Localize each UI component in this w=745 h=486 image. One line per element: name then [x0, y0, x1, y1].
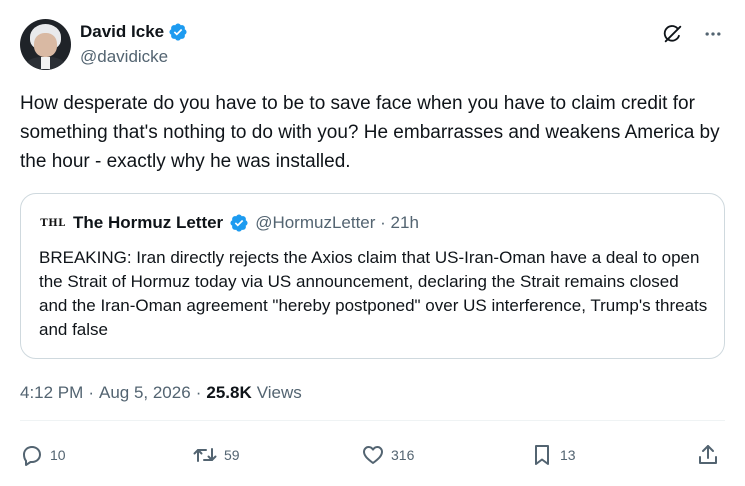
bookmark-count: 13	[560, 447, 576, 463]
views-label: Views	[256, 383, 302, 402]
quoted-tweet-text: BREAKING: Iran directly rejects the Axio…	[39, 248, 708, 339]
share-button[interactable]	[696, 443, 720, 467]
avatar-collar	[41, 57, 50, 69]
reply-count: 10	[50, 447, 66, 463]
repost-count: 59	[224, 447, 240, 463]
bookmark-icon	[535, 445, 549, 465]
more-icon[interactable]	[701, 22, 725, 46]
tweet-top-actions	[661, 22, 725, 46]
tweet-actions: 10 59 316 13	[20, 443, 725, 469]
author-avatar[interactable]	[20, 19, 71, 70]
quoted-tweet-header: THL The Hormuz Letter @HormuzLetter · 21…	[39, 213, 419, 233]
tweet-date[interactable]: Aug 5, 2026	[99, 383, 191, 403]
meta-separator: ·	[88, 383, 94, 402]
repost-button[interactable]: 59	[192, 443, 240, 467]
divider	[20, 420, 725, 421]
like-count: 316	[391, 447, 415, 463]
quoted-tweet[interactable]: THL The Hormuz Letter @HormuzLetter · 21…	[20, 193, 725, 359]
avatar-face	[34, 33, 57, 57]
grok-icon[interactable]	[661, 22, 685, 46]
quoted-author-meta: @HormuzLetter · 21h	[255, 213, 419, 232]
quoted-author-logo[interactable]: THL	[39, 218, 67, 229]
reply-icon	[23, 446, 41, 466]
share-icon	[699, 445, 717, 464]
tweet-text: How desperate do you have to be to save …	[20, 93, 720, 172]
repost-icon	[193, 448, 217, 462]
meta-separator: ·	[195, 383, 202, 402]
tweet-time[interactable]: 4:12 PM	[20, 383, 83, 403]
tweet-meta: 4:12 PM · Aug 5, 2026 · 25.8K Views	[20, 383, 302, 403]
bookmark-button[interactable]: 13	[530, 443, 576, 467]
heart-icon	[363, 446, 383, 464]
reply-button[interactable]: 10	[20, 443, 66, 467]
like-button[interactable]: 316	[361, 443, 414, 467]
quoted-author-name[interactable]: The Hormuz Letter	[73, 213, 223, 233]
views-count: 25.8K	[206, 383, 252, 402]
author-name[interactable]: David Icke	[80, 22, 164, 42]
verified-badge-icon	[229, 213, 249, 233]
author-name-row: David Icke	[80, 22, 188, 42]
verified-badge-icon[interactable]	[168, 22, 188, 42]
author-handle[interactable]: @davidicke	[80, 47, 168, 67]
